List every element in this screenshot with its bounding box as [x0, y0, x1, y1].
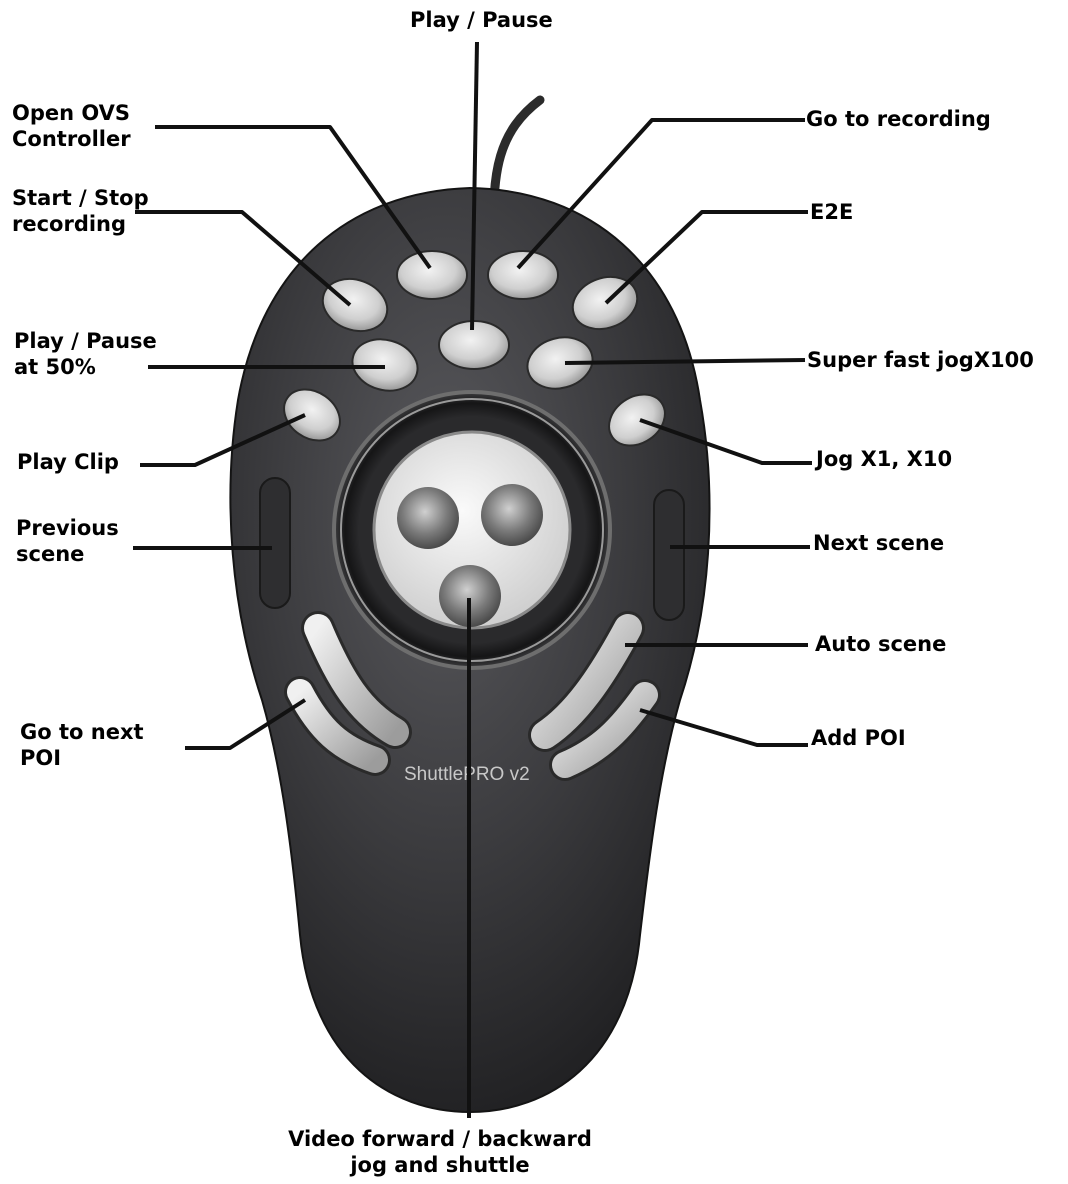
- label-video-forward-line1: Video forward / backward: [288, 1127, 592, 1151]
- label-auto-scene: Auto scene: [815, 631, 946, 657]
- label-previous-scene-line2: scene: [16, 542, 85, 566]
- label-play-pause: Play / Pause: [410, 7, 553, 33]
- label-jog-x1-x10: Jog X1, X10: [816, 446, 952, 472]
- label-super-fast-jog: Super fast jogX100: [807, 347, 1034, 373]
- label-play-pause-50-line2: at 50%: [14, 355, 96, 379]
- button-go-to-recording: [487, 250, 559, 300]
- label-go-to-next-poi-line1: Go to next: [20, 720, 144, 744]
- button-previous-scene: [259, 477, 291, 609]
- label-next-scene-text: Next scene: [813, 531, 945, 555]
- label-auto-scene-text: Auto scene: [815, 632, 947, 656]
- label-start-stop-line2: recording: [12, 212, 127, 236]
- label-open-ovs-line2: Controller: [12, 127, 131, 151]
- label-next-scene: Next scene: [813, 530, 944, 556]
- label-jog-x1-x10-text: Jog X1, X10: [816, 447, 953, 471]
- label-open-ovs-line1: Open OVS: [12, 101, 131, 125]
- label-go-to-recording-text: Go to recording: [806, 107, 991, 131]
- jog-dimple-left: [397, 487, 459, 549]
- label-start-stop: Start / Stop recording: [12, 185, 149, 237]
- label-video-forward: Video forward / backward jog and shuttle: [260, 1126, 620, 1178]
- label-play-pause-50: Play / Pause at 50%: [14, 328, 157, 380]
- label-add-poi-text: Add POI: [811, 726, 906, 750]
- label-play-clip-text: Play Clip: [17, 450, 119, 474]
- button-next-scene: [653, 489, 685, 621]
- label-previous-scene-line1: Previous: [16, 516, 119, 540]
- label-e2e-text: E2E: [810, 200, 854, 224]
- jog-dimple-right: [481, 484, 543, 546]
- label-start-stop-line1: Start / Stop: [12, 186, 149, 210]
- label-e2e: E2E: [810, 199, 853, 225]
- label-go-to-next-poi-line2: POI: [20, 746, 62, 770]
- label-open-ovs: Open OVS Controller: [12, 100, 131, 152]
- label-go-to-recording: Go to recording: [806, 106, 991, 132]
- label-previous-scene: Previous scene: [16, 515, 119, 567]
- label-play-pause-text: Play / Pause: [410, 8, 553, 32]
- label-play-clip: Play Clip: [17, 449, 119, 475]
- label-super-fast-jog-text: Super fast jogX100: [807, 348, 1034, 372]
- label-video-forward-line2: jog and shuttle: [350, 1153, 530, 1177]
- label-add-poi: Add POI: [811, 725, 906, 751]
- brand-label: ShuttlePRO v2: [404, 764, 530, 785]
- label-go-to-next-poi: Go to next POI: [20, 719, 144, 771]
- label-play-pause-50-line1: Play / Pause: [14, 329, 157, 353]
- button-open-ovs: [396, 250, 468, 300]
- shuttle-diagram: ShuttlePRO v2 Play / Pause Open OVS Cont…: [0, 0, 1068, 1184]
- device-illustration: ShuttlePRO v2: [133, 41, 812, 1118]
